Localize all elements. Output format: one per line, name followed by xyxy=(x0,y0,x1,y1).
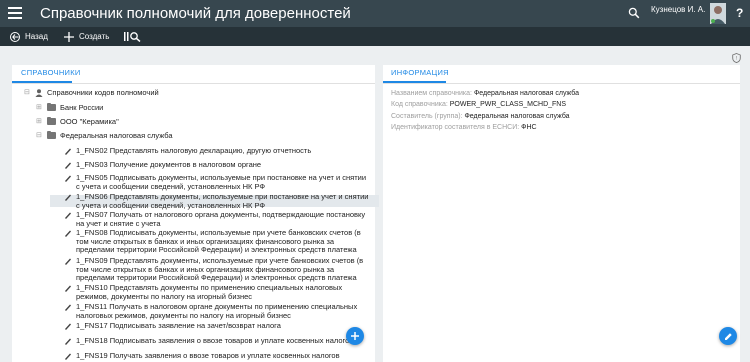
tab-divider xyxy=(383,83,740,84)
add-button[interactable] xyxy=(346,327,364,345)
tree-group-bank-russia[interactable]: ⊞ Банк России xyxy=(36,102,104,113)
shield-icon[interactable]: ! xyxy=(732,53,741,63)
back-label: Назад xyxy=(25,32,48,41)
search-icon[interactable] xyxy=(628,7,640,19)
info-label: Код справочника: xyxy=(391,101,448,109)
toolbar: Назад Создать xyxy=(0,27,750,46)
tree-item-label: 1_FNS02 Представлять налоговую деклараци… xyxy=(76,146,312,155)
info-value: POWER_PWR_CLASS_MCHD_FNS xyxy=(449,101,567,109)
tree-item[interactable]: 1_FNS07 Получать от налогового органа до… xyxy=(64,210,369,228)
svg-text:!: ! xyxy=(736,56,737,62)
tree-item[interactable]: 1_FNS11 Получать в налоговом органе доку… xyxy=(64,302,369,320)
hamburger-icon[interactable] xyxy=(8,7,22,19)
tree-item-label: 1_FNS18 Подписывать заявления о ввозе то… xyxy=(76,336,354,345)
page-title: Справочник полномочий для доверенностей xyxy=(40,5,351,22)
pencil-icon xyxy=(724,332,732,340)
tree-item-label: 1_FNS11 Получать в налоговом органе доку… xyxy=(76,302,358,320)
tree-item-label: 1_FNS05 Подписывать документы, используе… xyxy=(76,173,367,191)
tree-group-fns[interactable]: ⊟ Федеральная налоговая служба xyxy=(36,130,173,141)
tree-item[interactable]: 1_FNS08 Подписывать документы, используе… xyxy=(64,228,369,255)
tree-item[interactable]: 1_FNS09 Представлять документы, использу… xyxy=(64,256,369,283)
signature-pen-icon xyxy=(65,212,71,219)
tree-item-label: 1_FNS03 Получение документов в налоговом… xyxy=(76,160,262,169)
folder-icon xyxy=(47,102,56,111)
create-button[interactable]: Создать xyxy=(64,29,109,44)
collapse-icon[interactable]: ⊟ xyxy=(24,89,31,98)
info-label: Идентификатор составителя в ЕСНСИ: xyxy=(391,123,520,131)
app-header: Справочник полномочий для доверенностей … xyxy=(0,0,750,27)
tree-item-label: 1_FNS19 Получать заявления о ввозе товар… xyxy=(76,351,340,360)
tree-root-label: Справочники кодов полномочий xyxy=(47,88,159,97)
signature-pen-icon xyxy=(65,194,71,201)
tree-item-label: 1_FNS06 Представлять документы, использу… xyxy=(76,192,369,210)
user-name[interactable]: Кузнецов И. А. xyxy=(651,5,705,14)
info-row-name: Названием справочника: Федеральная налог… xyxy=(391,88,579,99)
signature-pen-icon xyxy=(65,338,71,345)
signature-pen-icon xyxy=(65,285,71,292)
tab-information[interactable]: Информация xyxy=(391,68,449,77)
create-label: Создать xyxy=(79,32,110,41)
plus-icon xyxy=(351,332,359,340)
signature-pen-icon xyxy=(65,175,71,182)
tree-item[interactable]: 1_FNS05 Подписывать документы, используе… xyxy=(64,173,369,191)
tree-item-label: 1_FNS09 Представлять документы, использу… xyxy=(76,256,364,282)
info-value: Федеральная налоговая служба xyxy=(473,90,580,97)
expand-icon[interactable]: ⊞ xyxy=(36,104,43,113)
info-fields: Названием справочника: Федеральная налог… xyxy=(391,88,579,133)
info-label: Составитель (группа): xyxy=(391,112,463,120)
signature-pen-icon xyxy=(65,353,71,360)
info-row-owner: Составитель (группа): Федеральная налого… xyxy=(391,111,579,122)
tree-item-label: 1_FNS08 Подписывать документы, используе… xyxy=(76,228,361,254)
tab-directories[interactable]: Справочники xyxy=(21,68,81,77)
back-button[interactable]: Назад xyxy=(10,29,48,44)
collapse-icon[interactable]: ⊟ xyxy=(36,132,43,141)
info-value: ФНС xyxy=(521,123,537,131)
tree-item[interactable]: 1_FNS17 Подписывать заявление на зачет/в… xyxy=(64,321,369,331)
signature-pen-icon xyxy=(65,323,71,330)
avatar[interactable] xyxy=(710,3,726,24)
tree-item[interactable]: 1_FNS06 Представлять документы, использу… xyxy=(64,192,369,210)
tree-item-label: 1_FNS17 Подписывать заявление на зачет/в… xyxy=(76,321,281,330)
tree-item-label: 1_FNS10 Представлять документы по примен… xyxy=(76,283,343,301)
tree-item[interactable]: 1_FNS19 Получать заявления о ввозе товар… xyxy=(64,351,369,361)
tab-divider xyxy=(12,83,375,84)
signature-pen-icon xyxy=(65,162,71,169)
signature-pen-icon xyxy=(65,304,71,311)
help-icon[interactable]: ? xyxy=(736,6,746,20)
tree-group-label: Банк России xyxy=(60,103,104,112)
tree-item-label: 1_FNS07 Получать от налогового органа до… xyxy=(76,210,366,228)
user-lock-icon xyxy=(35,89,43,97)
tree-item[interactable]: 1_FNS18 Подписывать заявления о ввозе то… xyxy=(64,336,369,346)
tree-group-keramika[interactable]: ⊞ ООО "Керамика" xyxy=(36,116,119,127)
list-search-button[interactable] xyxy=(124,29,142,44)
signature-pen-icon xyxy=(65,258,71,265)
folder-icon xyxy=(47,116,56,125)
tree-root[interactable]: ⊟ Справочники кодов полномочий xyxy=(24,88,159,98)
info-row-code: Код справочника: POWER_PWR_CLASS_MCHD_FN… xyxy=(391,99,579,110)
expand-icon[interactable]: ⊞ xyxy=(36,118,43,127)
edit-button[interactable] xyxy=(719,327,737,345)
tree-item[interactable]: 1_FNS03 Получение документов в налоговом… xyxy=(64,160,369,170)
info-value: Федеральная налоговая служба xyxy=(464,112,570,120)
info-row-esnsi: Идентификатор составителя в ЕСНСИ: ФНС xyxy=(391,122,579,133)
info-panel: Информация Названием справочника: Федера… xyxy=(383,65,740,362)
directories-panel: Справочники ⊟ Справочники кодов полномоч… xyxy=(12,65,379,362)
arrow-left-icon xyxy=(10,31,20,42)
tree-group-label: Федеральная налоговая служба xyxy=(60,131,173,140)
list-search-icon xyxy=(124,32,141,42)
folder-icon xyxy=(47,130,56,139)
tree-group-label: ООО "Керамика" xyxy=(60,117,119,126)
signature-pen-icon xyxy=(65,230,71,237)
info-label: Названием справочника: xyxy=(391,90,472,97)
plus-icon xyxy=(64,31,74,42)
signature-pen-icon xyxy=(65,148,71,155)
tree-item[interactable]: 1_FNS02 Представлять налоговую деклараци… xyxy=(64,146,369,156)
tree-item[interactable]: 1_FNS10 Представлять документы по примен… xyxy=(64,283,369,301)
